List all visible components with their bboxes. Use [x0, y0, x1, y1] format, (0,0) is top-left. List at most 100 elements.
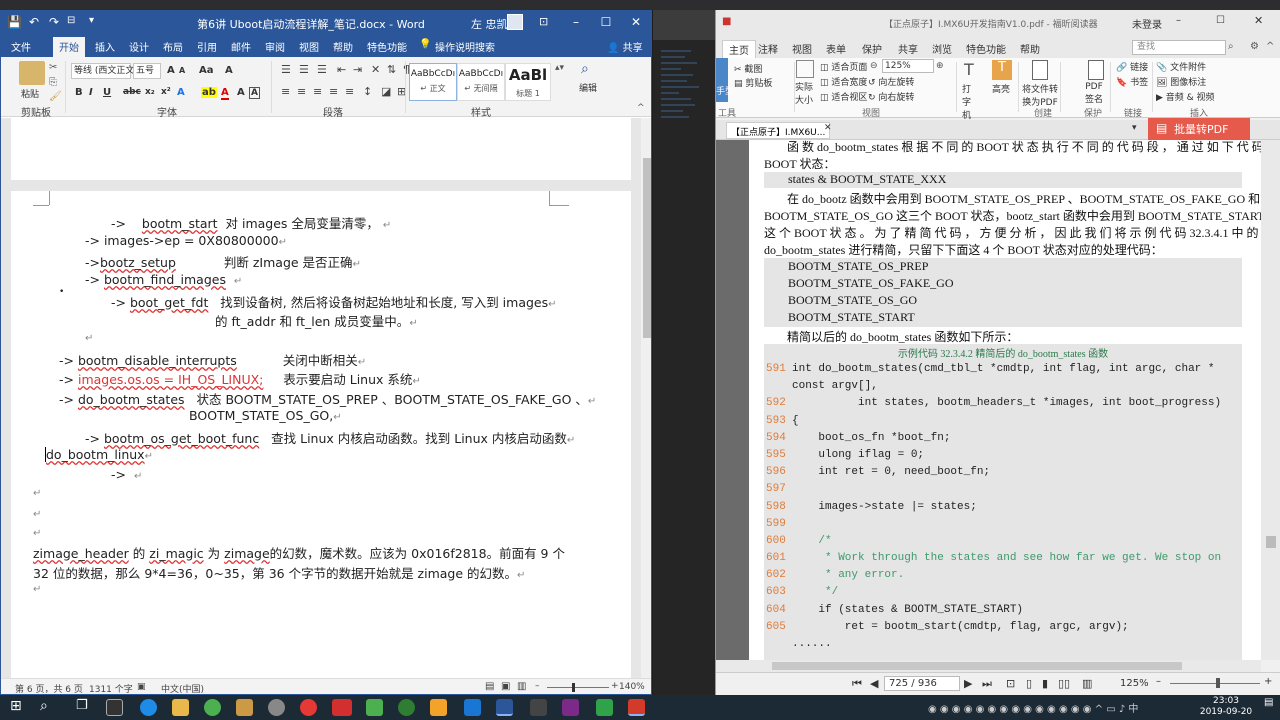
decrease-indent-icon[interactable]: ⇤: [337, 63, 346, 76]
reading-mode-icon[interactable]: ⊡: [1006, 677, 1015, 690]
attach-button[interactable]: 📎 文件附件: [1156, 60, 1206, 73]
document-tab[interactable]: 【正点原子】I.MX6U...: [726, 122, 830, 139]
styles-scroll-icon[interactable]: ▴▾: [555, 63, 564, 73]
word-count[interactable]: 1311 个字: [89, 682, 133, 694]
zoom-slider-thumb[interactable]: [572, 683, 575, 692]
grow-font-icon[interactable]: A: [167, 65, 175, 76]
style-normal[interactable]: AaBbCcDı ↵ 正文: [409, 63, 457, 101]
tell-me-search[interactable]: 操作说明搜索: [435, 39, 495, 54]
char-shading-icon[interactable]: A: [237, 87, 245, 98]
numbering-icon[interactable]: ☰: [299, 63, 309, 76]
app-icon[interactable]: [398, 699, 415, 716]
char-border-icon[interactable]: A: [249, 87, 260, 99]
scrollbar-thumb[interactable]: [1266, 536, 1276, 548]
sign-button[interactable]: PDF签名: [1084, 82, 1104, 105]
settings-icon[interactable]: ⚙: [1250, 41, 1259, 52]
typewriter-icon[interactable]: T: [964, 60, 974, 79]
tab-features[interactable]: 特色功能: [367, 39, 407, 54]
format-painter-icon[interactable]: 🖌: [49, 91, 62, 102]
autosave-icon[interactable]: ⊟: [67, 15, 75, 26]
app-icon[interactable]: [530, 699, 547, 716]
bold-button[interactable]: B: [75, 87, 83, 98]
cover-icon[interactable]: ▥: [1082, 677, 1092, 690]
customize-qat-icon[interactable]: ▾: [89, 15, 94, 26]
facing-icon[interactable]: ▯▯: [1058, 677, 1070, 690]
avatar[interactable]: [507, 14, 523, 30]
chevron-up-icon[interactable]: ^: [1266, 41, 1274, 52]
scrollbar-thumb[interactable]: [643, 158, 651, 338]
cut-icon[interactable]: ✂: [49, 62, 57, 73]
last-page-icon[interactable]: ⏭: [982, 677, 992, 691]
fit-page-button[interactable]: ◫ 适合页面: [820, 60, 867, 73]
edit-button[interactable]: 编辑: [579, 81, 597, 94]
strikethrough-button[interactable]: abc: [123, 87, 141, 97]
search-input[interactable]: 查找: [1132, 40, 1226, 55]
zoom-out-icon[interactable]: ⊖: [870, 61, 878, 71]
change-case-icon[interactable]: Aa: [199, 65, 214, 76]
clock[interactable]: 23:03 2019-09-20: [1196, 696, 1256, 718]
tab-form[interactable]: 表单: [826, 41, 846, 56]
explorer-icon[interactable]: [172, 699, 189, 716]
word-user-name[interactable]: 左 忠凯: [471, 16, 508, 32]
read-mode-icon[interactable]: ▤: [485, 681, 494, 692]
zoom-in-icon[interactable]: +: [1264, 676, 1272, 687]
edge-icon[interactable]: [140, 699, 157, 716]
zoom-level[interactable]: 125%: [1120, 678, 1149, 689]
font-size-select[interactable]: 五号: [133, 63, 161, 79]
app-icon[interactable]: [204, 699, 221, 716]
align-right-icon[interactable]: ≡: [313, 85, 322, 98]
hand-tool-button[interactable]: 手型: [716, 84, 734, 97]
search-icon[interactable]: ⌕: [581, 61, 589, 77]
clipboard-icon[interactable]: [19, 61, 45, 85]
share-button[interactable]: 👤 共享: [607, 39, 643, 54]
tab-view[interactable]: 视图: [299, 39, 319, 54]
proofing-icon[interactable]: ▣: [137, 682, 146, 692]
page-input[interactable]: 725 / 936: [884, 676, 960, 691]
tab-view[interactable]: 视图: [792, 41, 812, 56]
multilevel-icon[interactable]: ☰: [317, 63, 327, 76]
tray-icons[interactable]: ◉ ◉ ◉ ◉ ◉ ◉ ◉ ◉ ◉ ◉ ◉ ◉ ◉ ◉ ^ ▭ ♪ 中: [928, 700, 1138, 715]
close-button[interactable]: ✕: [1254, 14, 1263, 27]
lightbulb-icon[interactable]: 💡: [419, 39, 431, 50]
tab-design[interactable]: 设计: [129, 39, 149, 54]
collapse-ribbon-icon[interactable]: ^: [637, 103, 645, 113]
align-center-icon[interactable]: ≡: [297, 85, 306, 98]
app-icon[interactable]: [268, 699, 285, 716]
camera-icon[interactable]: [106, 699, 123, 716]
tab-comment[interactable]: 注释: [758, 41, 778, 56]
copy-icon[interactable]: ⎘: [49, 77, 57, 88]
rotate-right-button[interactable]: ↻ 向右旋转: [868, 90, 914, 103]
style-heading1[interactable]: AaBl 标题 1: [505, 63, 551, 101]
ribbon-display-icon[interactable]: ⊡: [539, 15, 548, 28]
language[interactable]: 中文(中国): [161, 682, 204, 694]
style-no-spacing[interactable]: AaBbCcDı ↵ 无间隔: [457, 63, 505, 101]
zoom-select[interactable]: 125%: [882, 59, 934, 73]
single-page-icon[interactable]: ▯: [1026, 677, 1032, 690]
zoom-slider[interactable]: [1170, 683, 1260, 684]
tab-protect[interactable]: 保护: [862, 41, 882, 56]
italic-button[interactable]: I: [89, 87, 93, 98]
horizontal-scrollbar[interactable]: [716, 660, 1261, 672]
image-mark-button[interactable]: 🖼 图像标注: [1156, 75, 1206, 88]
search-icon[interactable]: ⌕: [1228, 41, 1234, 52]
distribute-icon[interactable]: ≡: [345, 85, 354, 98]
undo-icon[interactable]: ↶: [29, 15, 39, 29]
netease-music-icon[interactable]: [300, 699, 317, 716]
highlight-icon[interactable]: ab: [201, 87, 217, 98]
page-count[interactable]: 第 6 页，共 6 页: [15, 682, 83, 694]
zoom-out-icon[interactable]: –: [1156, 676, 1161, 687]
clear-format-icon[interactable]: A: [225, 65, 233, 76]
highlight-icon[interactable]: T: [992, 60, 1012, 80]
app-icon[interactable]: [236, 699, 253, 716]
font-color-icon[interactable]: A: [221, 87, 229, 100]
prev-page-icon[interactable]: ◀: [870, 677, 878, 690]
paste-button[interactable]: 粘贴: [21, 87, 39, 100]
line-spacing-icon[interactable]: ↕: [363, 85, 372, 98]
scrollbar-thumb[interactable]: [772, 662, 1182, 670]
sign-icon[interactable]: [1088, 60, 1104, 80]
close-button[interactable]: ✕: [621, 11, 651, 35]
tab-home[interactable]: 主页: [722, 40, 756, 59]
superscript-button[interactable]: x²: [161, 87, 171, 97]
screenshot-button[interactable]: ✂ 截图: [734, 62, 762, 75]
vertical-scrollbar[interactable]: [1261, 140, 1280, 660]
